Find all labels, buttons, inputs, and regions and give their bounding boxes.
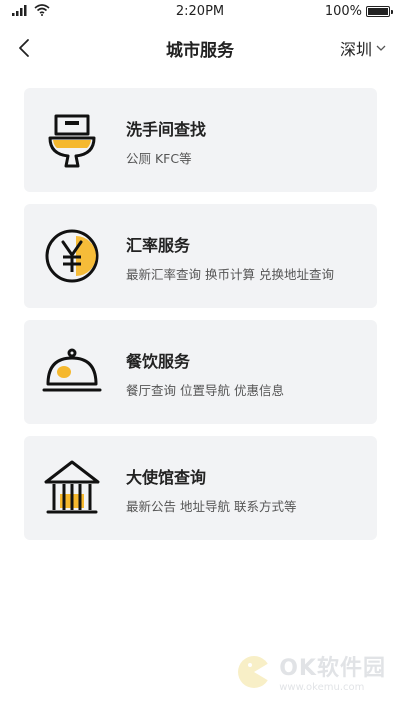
toilet-icon: [48, 114, 96, 168]
nav-bar: 城市服务 深圳: [0, 26, 400, 70]
card-desc: 最新公告 地址导航 联系方式等: [126, 499, 297, 514]
watermark: OK软件园 www.okemu.com: [235, 650, 386, 693]
watermark-text: OK软件园 www.okemu.com: [279, 650, 386, 693]
battery-icon: [366, 6, 393, 17]
card-desc: 餐厅查询 位置导航 优惠信息: [126, 383, 284, 398]
city-label: 深圳: [339, 40, 372, 59]
service-card-toilet[interactable]: 洗手间查找 公厕 KFC等: [24, 88, 377, 192]
chevron-down-icon: [376, 45, 386, 51]
watermark-brand: OK软件园: [279, 656, 386, 681]
card-desc: 公厕 KFC等: [126, 151, 192, 166]
status-right: 100%: [324, 4, 393, 19]
okemu-logo-icon: [238, 655, 273, 688]
card-desc: 最新汇率查询 换币计算 兑换地址查询: [126, 267, 334, 282]
card-title: 大使馆查询: [126, 468, 207, 487]
battery-percent: 100%: [324, 4, 362, 19]
card-title: 洗手间查找: [126, 120, 207, 139]
status-bar: 2:20PM 100%: [0, 0, 400, 24]
service-list: 洗手间查找 公厕 KFC等 汇率服务 最新汇率查询 换币计算 兑换地址查询 餐饮…: [24, 88, 377, 552]
yen-coin-icon: [45, 229, 99, 283]
service-card-exchange[interactable]: 汇率服务 最新汇率查询 换币计算 兑换地址查询: [24, 204, 377, 308]
embassy-building-icon: [44, 460, 100, 514]
service-card-embassy[interactable]: 大使馆查询 最新公告 地址导航 联系方式等: [24, 436, 377, 540]
food-cloche-icon: [42, 348, 102, 392]
service-card-food[interactable]: 餐饮服务 餐厅查询 位置导航 优惠信息: [24, 320, 377, 424]
card-title: 汇率服务: [126, 236, 191, 255]
card-title: 餐饮服务: [126, 352, 191, 371]
city-selector[interactable]: 深圳: [340, 36, 386, 60]
watermark-url: www.okemu.com: [279, 682, 365, 693]
